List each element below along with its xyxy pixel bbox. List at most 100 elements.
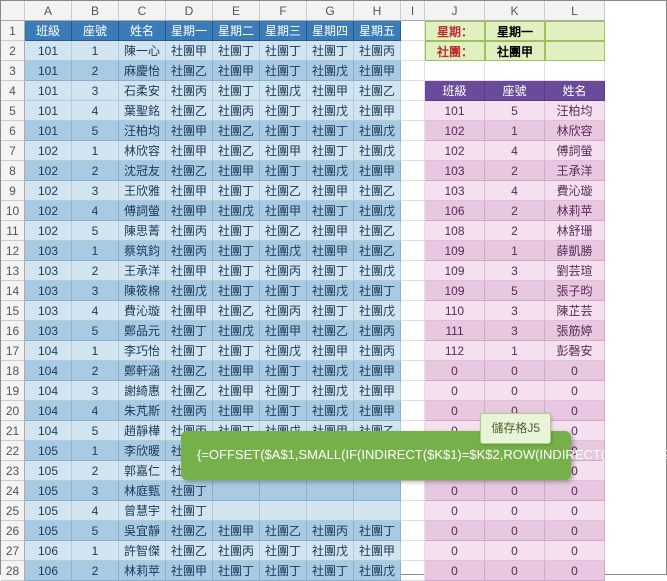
data-cell[interactable]: 社團戊	[260, 341, 307, 361]
data-cell[interactable]: 104	[25, 421, 72, 441]
data-cell[interactable]: 社團乙	[213, 121, 260, 141]
data-cell[interactable]: 社團丁	[260, 41, 307, 61]
data-cell[interactable]: 社團乙	[213, 141, 260, 161]
data-cell[interactable]: 社團乙	[166, 61, 213, 81]
data-cell[interactable]: 社團丁	[213, 261, 260, 281]
data-cell[interactable]: 社團乙	[166, 521, 213, 541]
row-header[interactable]: 13	[1, 261, 25, 281]
data-cell[interactable]: 社團戊	[307, 281, 354, 301]
data-cell[interactable]: 社團甲	[166, 261, 213, 281]
data-cell[interactable]: 社團戊	[260, 241, 307, 261]
data-cell[interactable]: 社團丙	[260, 301, 307, 321]
data-cell[interactable]: 3	[72, 181, 119, 201]
row-header[interactable]: 21	[1, 421, 25, 441]
data-cell[interactable]: 社團丁	[213, 41, 260, 61]
data-cell[interactable]: 社團丁	[260, 121, 307, 141]
data-cell[interactable]: 社團甲	[354, 541, 401, 561]
data-cell[interactable]: 社團丁	[166, 481, 213, 501]
result-cell[interactable]: 1	[485, 121, 545, 141]
result-cell[interactable]: 林欣容	[545, 121, 605, 141]
data-cell[interactable]: 社團乙	[166, 541, 213, 561]
data-cell[interactable]: 104	[25, 381, 72, 401]
data-cell[interactable]: 社團丁	[213, 341, 260, 361]
data-cell[interactable]	[354, 501, 401, 521]
col-header[interactable]: L	[545, 1, 605, 21]
result-cell[interactable]: 110	[425, 301, 485, 321]
data-cell[interactable]: 社團丁	[354, 281, 401, 301]
data-cell[interactable]: 1	[72, 141, 119, 161]
row-header[interactable]: 9	[1, 181, 25, 201]
data-cell[interactable]: 社團丙	[166, 221, 213, 241]
result-cell[interactable]: 3	[485, 301, 545, 321]
result-cell[interactable]: 3	[485, 261, 545, 281]
data-cell[interactable]: 王承洋	[119, 261, 166, 281]
row-header[interactable]: 16	[1, 321, 25, 341]
data-cell[interactable]: 105	[25, 501, 72, 521]
data-cell[interactable]: 3	[72, 481, 119, 501]
data-cell[interactable]: 郭嘉仁	[119, 461, 166, 481]
data-cell[interactable]: 102	[25, 201, 72, 221]
data-cell[interactable]: 105	[25, 441, 72, 461]
data-cell[interactable]: 社團丙	[166, 81, 213, 101]
data-cell[interactable]: 社團丁	[213, 281, 260, 301]
data-cell[interactable]: 3	[72, 81, 119, 101]
data-cell[interactable]: 2	[72, 61, 119, 81]
col-header[interactable]	[1, 1, 25, 21]
result-cell[interactable]: 林舒珊	[545, 221, 605, 241]
data-cell[interactable]: 104	[25, 361, 72, 381]
data-cell[interactable]: 社團戊	[307, 541, 354, 561]
data-cell[interactable]: 社團甲	[166, 121, 213, 141]
data-cell[interactable]: 社團戊	[354, 141, 401, 161]
data-cell[interactable]	[260, 501, 307, 521]
result-cell[interactable]: 108	[425, 221, 485, 241]
data-cell[interactable]: 社團丁	[260, 161, 307, 181]
data-cell[interactable]: 社團丁	[307, 141, 354, 161]
result-cell[interactable]: 2	[485, 161, 545, 181]
data-cell[interactable]: 社團甲	[354, 101, 401, 121]
result-cell[interactable]: 張子昀	[545, 281, 605, 301]
data-cell[interactable]: 社團甲	[260, 321, 307, 341]
data-cell[interactable]: 社團丁	[354, 521, 401, 541]
data-cell[interactable]: 社團戊	[354, 261, 401, 281]
result-cell[interactable]: 109	[425, 281, 485, 301]
data-cell[interactable]	[307, 481, 354, 501]
row-header[interactable]: 12	[1, 241, 25, 261]
data-cell[interactable]: 汪柏均	[119, 121, 166, 141]
data-cell[interactable]: 陳思菁	[119, 221, 166, 241]
data-cell[interactable]: 社團丁	[213, 181, 260, 201]
data-cell[interactable]: 4	[72, 401, 119, 421]
result-cell[interactable]: 汪柏均	[545, 101, 605, 121]
data-cell[interactable]: 社團丁	[213, 81, 260, 101]
row-header[interactable]: 14	[1, 281, 25, 301]
result-cell[interactable]: 4	[485, 141, 545, 161]
data-cell[interactable]: 社團戊	[307, 161, 354, 181]
data-cell[interactable]: 社團乙	[166, 381, 213, 401]
result-cell[interactable]: 103	[425, 181, 485, 201]
data-cell[interactable]: 社團乙	[260, 521, 307, 541]
data-cell[interactable]: 5	[72, 421, 119, 441]
spreadsheet-grid[interactable]: ABCDEFGHIJKL1班級座號姓名星期一星期二星期三星期四星期五星期：星期一…	[1, 1, 666, 581]
data-cell[interactable]: 謝綺惠	[119, 381, 166, 401]
result-cell[interactable]: 2	[485, 201, 545, 221]
data-cell[interactable]: 李欣暖	[119, 441, 166, 461]
col-header[interactable]: K	[485, 1, 545, 21]
result-cell[interactable]: 101	[425, 101, 485, 121]
data-cell[interactable]: 103	[25, 281, 72, 301]
data-cell[interactable]: 社團甲	[307, 341, 354, 361]
data-cell[interactable]: 社團丙	[354, 341, 401, 361]
col-header[interactable]: J	[425, 1, 485, 21]
data-cell[interactable]: 社團甲	[307, 181, 354, 201]
data-cell[interactable]: 社團甲	[354, 381, 401, 401]
row-header[interactable]: 5	[1, 101, 25, 121]
data-cell[interactable]: 社團甲	[354, 61, 401, 81]
data-cell[interactable]: 社團甲	[213, 361, 260, 381]
result-cell[interactable]: 0	[485, 381, 545, 401]
row-header[interactable]: 7	[1, 141, 25, 161]
data-cell[interactable]: 社團戊	[307, 101, 354, 121]
result-cell[interactable]: 103	[425, 161, 485, 181]
data-cell[interactable]: 鄭軒涵	[119, 361, 166, 381]
data-cell[interactable]: 1	[72, 341, 119, 361]
data-cell[interactable]: 社團丁	[307, 121, 354, 141]
data-cell[interactable]: 社團乙	[260, 181, 307, 201]
data-cell[interactable]: 103	[25, 261, 72, 281]
